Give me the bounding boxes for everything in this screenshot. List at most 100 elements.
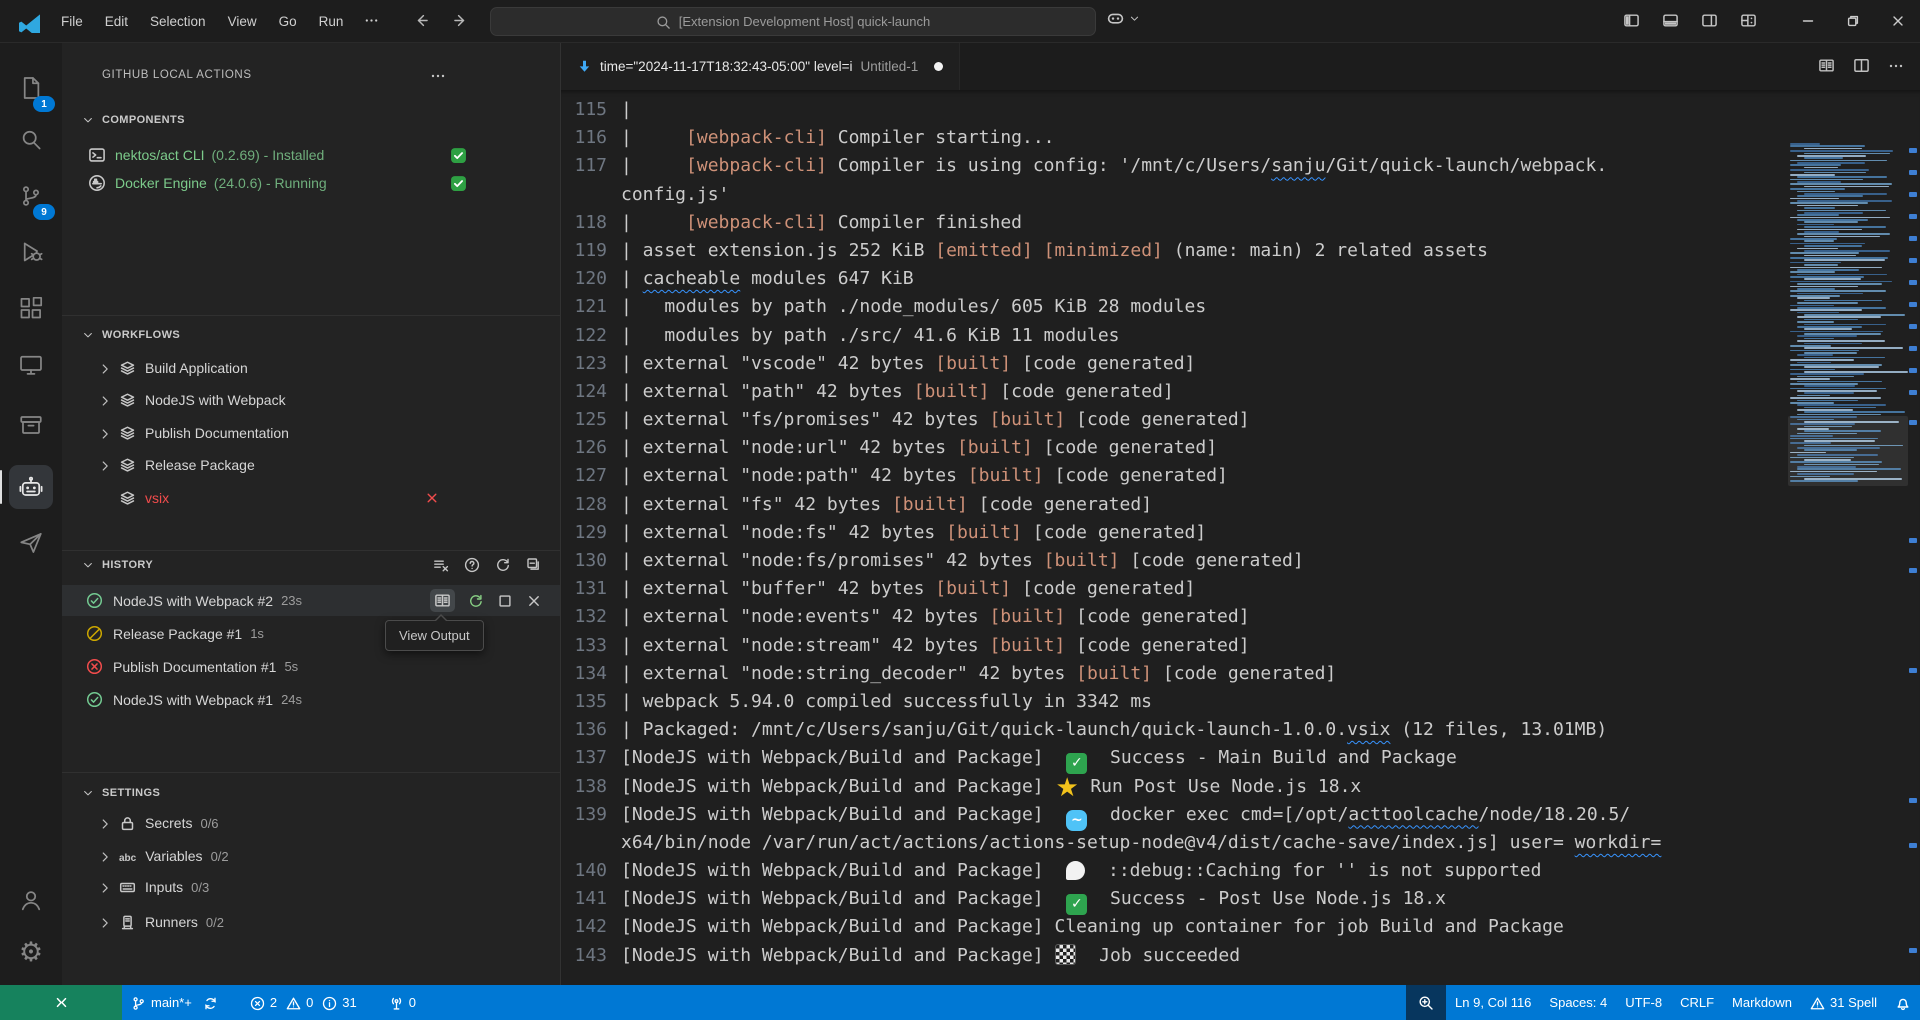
ports-status[interactable]: 0 [380, 985, 425, 1020]
line-number: 133 [561, 632, 607, 660]
window-close-button[interactable] [1875, 0, 1920, 42]
sidebar-github-local-actions: GITHUB LOCAL ACTIONS View Output COMPONE… [62, 42, 561, 985]
toggle-panel-icon[interactable] [1662, 12, 1679, 30]
workflow-item[interactable]: Publish Documentation [62, 420, 560, 446]
copilot-menu-button[interactable] [1106, 9, 1140, 28]
split-editor-icon[interactable] [1853, 57, 1870, 75]
settings-item-inputs[interactable]: Inputs0/3 [62, 874, 560, 900]
refresh-icon[interactable] [495, 557, 511, 573]
workflow-item[interactable]: Build Application [62, 355, 560, 381]
activity-item-run-and-debug[interactable] [9, 230, 53, 274]
notifications-bell-icon[interactable] [1886, 985, 1920, 1020]
problems-status[interactable]: 2 0 31 [241, 985, 366, 1020]
activity-item-publish[interactable] [9, 521, 53, 565]
menu-go[interactable]: Go [268, 9, 308, 34]
code-line: 120| cacheable modules 647 KiB [561, 265, 1920, 293]
editor-content[interactable]: 115|116| [webpack-cli] Compiler starting… [561, 90, 1920, 985]
help-icon[interactable] [464, 557, 480, 573]
activity-item-remote-explorer[interactable] [9, 343, 53, 387]
menu-file[interactable]: File [50, 9, 94, 34]
open-output-icon[interactable] [1818, 57, 1835, 75]
activity-item-explorer[interactable]: 1 [9, 66, 53, 110]
indentation-status[interactable]: Spaces: 4 [1540, 985, 1616, 1020]
view-output-button[interactable] [430, 589, 455, 612]
zoom-indicator[interactable] [1406, 985, 1446, 1020]
nav-forward-icon[interactable] [452, 12, 469, 30]
line-number [561, 829, 607, 857]
cursor-position-status[interactable]: Ln 9, Col 116 [1446, 985, 1540, 1020]
tab-untitled-1[interactable]: time="2024-11-17T18:32:43-05:00" level=i… [561, 42, 960, 90]
code-line: 135| webpack 5.94.0 compiled successfull… [561, 688, 1920, 716]
activity-item-containers[interactable] [9, 403, 53, 447]
line-number: 134 [561, 660, 607, 688]
activity-item-github-local-actions[interactable] [9, 465, 53, 509]
command-center-search[interactable]: [Extension Development Host] quick-launc… [490, 7, 1096, 36]
activity-item-source-control[interactable]: 9 [9, 174, 53, 218]
branch-status[interactable]: main*+ [122, 985, 227, 1020]
error-x-icon[interactable] [424, 489, 440, 506]
tab-modified-dot[interactable] [934, 62, 943, 71]
activity-item-manage[interactable]: ⚙ [9, 930, 53, 974]
workflow-item[interactable]: vsix [62, 485, 560, 511]
remote-explorer-icon [18, 352, 44, 378]
workflow-item[interactable]: NodeJS with Webpack [62, 387, 560, 413]
git-branch-icon [131, 994, 146, 1010]
language-mode-status[interactable]: Markdown [1723, 985, 1801, 1020]
overview-ruler[interactable] [1906, 138, 1920, 985]
component-item[interactable]: Docker Engine(24.0.6) - Running [62, 170, 560, 196]
minimap-slider[interactable] [1788, 416, 1908, 486]
spell-checker-status[interactable]: 31 Spell [1801, 985, 1886, 1020]
sidebar-more-actions-icon[interactable] [430, 67, 446, 84]
history-item[interactable]: NodeJS with Webpack #223s [62, 585, 560, 616]
menu-selection[interactable]: Selection [139, 9, 217, 34]
activity-item-search[interactable] [9, 118, 53, 162]
menu-overflow-button[interactable] [354, 7, 389, 35]
history-item[interactable]: Publish Documentation #15s [62, 651, 560, 682]
minimap[interactable] [1790, 143, 1906, 483]
restart-button[interactable] [468, 592, 484, 609]
encoding-status[interactable]: UTF-8 [1616, 985, 1671, 1020]
section-header-components[interactable]: COMPONENTS [62, 109, 560, 131]
settings-label: Variables [145, 848, 202, 864]
status-ok-icon [424, 146, 467, 164]
settings-item-variables[interactable]: abcVariables0/2 [62, 843, 560, 869]
code-line: 118| [webpack-cli] Compiler finished [561, 209, 1920, 237]
ruler-mark [1909, 170, 1917, 175]
stop-button[interactable] [497, 592, 513, 609]
window-minimize-button[interactable] [1785, 0, 1830, 42]
window-restore-button[interactable] [1830, 0, 1875, 42]
book-icon [434, 592, 451, 609]
tab-bar: time="2024-11-17T18:32:43-05:00" level=i… [561, 42, 1920, 90]
settings-item-runners[interactable]: Runners0/2 [62, 909, 560, 935]
section-header-history[interactable]: HISTORY [62, 554, 560, 576]
toggle-primary-sidebar-icon[interactable] [1623, 12, 1640, 30]
dismiss-button[interactable] [526, 592, 542, 609]
component-item[interactable]: nektos/act CLI(0.2.69) - Installed [62, 142, 560, 168]
eol-status[interactable]: CRLF [1671, 985, 1723, 1020]
settings-label: Secrets [145, 815, 192, 831]
vscode-logo-icon [16, 9, 40, 33]
section-header-workflows[interactable]: WORKFLOWS [62, 324, 560, 346]
activity-item-extensions[interactable] [9, 286, 53, 330]
activity-item-accounts[interactable] [9, 878, 53, 922]
menu-run[interactable]: Run [308, 9, 355, 34]
history-item[interactable]: NodeJS with Webpack #124s [62, 684, 560, 715]
nav-back-icon[interactable] [413, 12, 430, 30]
settings-item-secrets[interactable]: Secrets0/6 [62, 810, 560, 836]
remote-indicator[interactable] [0, 985, 122, 1020]
chevron-right-icon [98, 881, 112, 895]
clear-history-icon[interactable] [433, 557, 449, 573]
workflow-item[interactable]: Release Package [62, 452, 560, 478]
menu-edit[interactable]: Edit [94, 9, 139, 34]
collapse-all-icon[interactable] [526, 557, 542, 573]
more-actions-icon[interactable] [1888, 57, 1904, 75]
section-header-settings[interactable]: SETTINGS [62, 782, 560, 804]
menu-view[interactable]: View [217, 9, 268, 34]
toggle-secondary-sidebar-icon[interactable] [1701, 12, 1718, 30]
success-icon [86, 691, 103, 708]
history-item[interactable]: Release Package #11s [62, 618, 560, 649]
customize-layout-icon[interactable] [1740, 12, 1757, 30]
xred-icon [424, 490, 440, 506]
line-number: 127 [561, 462, 607, 490]
warning-icon [1810, 994, 1825, 1010]
